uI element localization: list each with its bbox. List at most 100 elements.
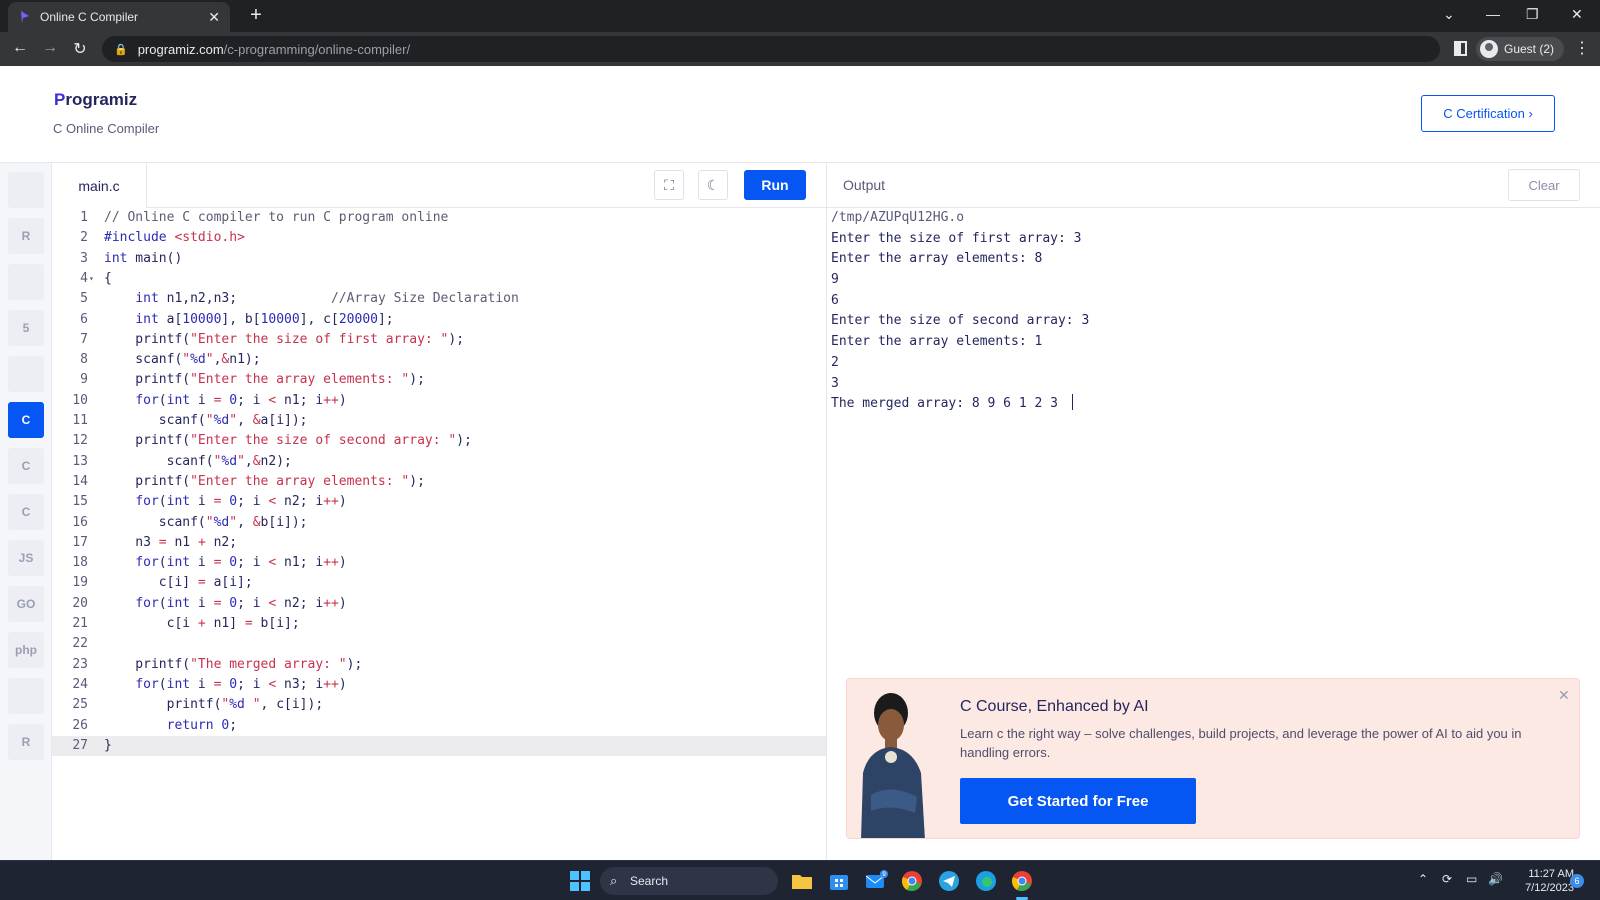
rust-icon[interactable]: R	[8, 724, 44, 760]
code-line[interactable]: 7 printf("Enter the size of first array:…	[52, 330, 826, 351]
code-text: n3 = n1 + n2;	[104, 534, 238, 550]
notification-badge[interactable]: 6	[1570, 874, 1584, 888]
code-line[interactable]: 23 printf("The merged array: ");	[52, 655, 826, 676]
line-number: 22	[72, 636, 88, 652]
code-text: #include <stdio.h>	[104, 230, 245, 246]
code-line[interactable]: 16 scanf("%d", &b[i]);	[52, 513, 826, 534]
output-console[interactable]: /tmp/AZUPqU12HG.o Enter the size of first…	[831, 208, 1591, 415]
clock-date: 7/12/2023	[1525, 882, 1574, 894]
windows-start-icon[interactable]	[568, 869, 592, 893]
code-line[interactable]: 22	[52, 634, 826, 655]
code-line[interactable]: 13 scanf("%d",&n2);	[52, 452, 826, 473]
swift-icon[interactable]	[8, 678, 44, 714]
java-icon[interactable]	[8, 356, 44, 392]
code-line[interactable]: 5 int n1,n2,n3; //Array Size Declaration	[52, 289, 826, 310]
code-line[interactable]: 20 for(int i = 0; i < n2; i++)	[52, 594, 826, 615]
back-icon[interactable]: ←	[10, 39, 30, 57]
code-line[interactable]: 11 scanf("%d", &a[i]);	[52, 411, 826, 432]
code-line[interactable]: 18 for(int i = 0; i < n1; i++)	[52, 553, 826, 574]
code-line[interactable]: 15 for(int i = 0; i < n2; i++)	[52, 492, 826, 513]
sql-icon[interactable]	[8, 264, 44, 300]
code-line[interactable]: 19 c[i] = a[i];	[52, 573, 826, 594]
code-editor[interactable]: 1 // Online C compiler to run C program o…	[52, 208, 826, 860]
code-line[interactable]: 10 for(int i = 0; i < n1; i++)	[52, 391, 826, 412]
code-line[interactable]: 8 scanf("%d",&n1);	[52, 350, 826, 371]
output-line: 9	[831, 272, 839, 288]
address-bar[interactable]: 🔒 programiz.com /c-programming/online-co…	[102, 36, 1440, 62]
csharp-icon[interactable]: C	[8, 494, 44, 530]
url-host: programiz.com	[137, 41, 224, 57]
store-icon[interactable]	[827, 869, 851, 893]
clear-button[interactable]: Clear	[1508, 169, 1580, 201]
edge-icon[interactable]	[974, 869, 998, 893]
js-icon[interactable]: JS	[8, 540, 44, 576]
code-text: int main()	[104, 250, 183, 266]
taskbar-clock[interactable]: 11:27 AM 7/12/2023	[1508, 867, 1574, 895]
code-line[interactable]: 17 n3 = n1 + n2;	[52, 533, 826, 554]
minimize-icon[interactable]: —	[1486, 6, 1500, 22]
run-button[interactable]: Run	[744, 170, 806, 200]
go-icon[interactable]: GO	[8, 586, 44, 622]
sync-icon[interactable]: ⟳	[1442, 872, 1452, 886]
reload-icon[interactable]: ↻	[70, 39, 90, 59]
mail-icon[interactable]: 9	[864, 869, 888, 893]
code-line[interactable]: 21 c[i + n1] = b[i];	[52, 614, 826, 635]
c-icon[interactable]: C	[8, 402, 44, 438]
code-line[interactable]: 26 return 0;	[52, 716, 826, 737]
python-icon[interactable]	[8, 172, 44, 208]
code-line[interactable]: 12 printf("Enter the size of second arra…	[52, 431, 826, 452]
browser-tab[interactable]: Online C Compiler ✕	[8, 2, 230, 32]
tab-close-icon[interactable]: ✕	[208, 9, 220, 26]
get-started-button[interactable]: Get Started for Free	[960, 778, 1196, 824]
code-line[interactable]: 27}	[52, 735, 826, 757]
html-icon[interactable]: 5	[8, 310, 44, 346]
url-path: /c-programming/online-compiler/	[223, 41, 411, 57]
editor-toolbar: main.c ⛶ ☾ Run	[52, 163, 826, 208]
volume-icon[interactable]: 🔊	[1488, 872, 1503, 886]
code-line[interactable]: 25 printf("%d ", c[i]);	[52, 695, 826, 716]
close-window-icon[interactable]: ✕	[1571, 6, 1583, 23]
profile-button[interactable]: Guest (2)	[1476, 37, 1565, 61]
c-certification-button[interactable]: C Certification ›	[1421, 95, 1555, 132]
php-icon[interactable]: php	[8, 632, 44, 668]
taskbar-search[interactable]: ⌕ Search	[600, 867, 778, 895]
file-explorer-icon[interactable]	[790, 869, 814, 893]
fold-toggle-icon[interactable]: ▾	[89, 269, 94, 290]
line-number: 1	[80, 210, 88, 225]
chrome-active-icon[interactable]	[1010, 869, 1034, 893]
code-line[interactable]: 9 printf("Enter the array elements: ");	[52, 370, 826, 391]
code-text: printf("Enter the array elements: ");	[104, 473, 425, 489]
restore-icon[interactable]: ❐	[1526, 6, 1539, 23]
tab-search-icon[interactable]: ⌄	[1443, 6, 1455, 23]
fullscreen-icon[interactable]: ⛶	[654, 170, 684, 200]
cpp-icon[interactable]: C	[8, 448, 44, 484]
line-number: 7	[80, 331, 88, 347]
telegram-icon[interactable]	[937, 869, 961, 893]
browser-tab-title: Online C Compiler	[40, 10, 139, 24]
output-line: 3	[831, 375, 839, 391]
programiz-logo[interactable]: Programiz	[54, 90, 137, 110]
line-number: 25	[72, 697, 88, 713]
dark-mode-icon[interactable]: ☾	[698, 170, 728, 200]
network-icon[interactable]: ▭	[1466, 872, 1477, 886]
browser-tab-strip: Online C Compiler ✕ + ⌄ — ❐ ✕	[0, 0, 1600, 32]
file-tab-main-c[interactable]: main.c	[52, 163, 147, 208]
promo-close-icon[interactable]: ✕	[1558, 687, 1570, 704]
code-line[interactable]: 1 // Online C compiler to run C program o…	[52, 208, 826, 229]
browser-menu-icon[interactable]: ⋮	[1574, 38, 1590, 58]
code-line[interactable]: 24 for(int i = 0; i < n3; i++)	[52, 675, 826, 696]
side-panel-icon[interactable]	[1454, 41, 1467, 56]
code-line[interactable]: 14 printf("Enter the array elements: ");	[52, 472, 826, 493]
code-line[interactable]: 6 int a[10000], b[10000], c[20000];	[52, 310, 826, 331]
code-line[interactable]: 2 #include <stdio.h>	[52, 228, 826, 249]
pane-divider[interactable]	[826, 163, 827, 860]
code-line[interactable]: 4 ▾ {	[52, 269, 826, 290]
forward-icon[interactable]: →	[40, 39, 60, 57]
code-line[interactable]: 3 int main()	[52, 249, 826, 270]
r-icon[interactable]: R	[8, 218, 44, 254]
new-tab-icon[interactable]: +	[244, 4, 268, 27]
tray-overflow-icon[interactable]: ⌃	[1418, 872, 1428, 886]
output-line: Enter the size of first array: 3	[831, 230, 1082, 246]
chrome-icon[interactable]	[900, 869, 924, 893]
code-text: for(int i = 0; i < n3; i++)	[135, 676, 347, 692]
